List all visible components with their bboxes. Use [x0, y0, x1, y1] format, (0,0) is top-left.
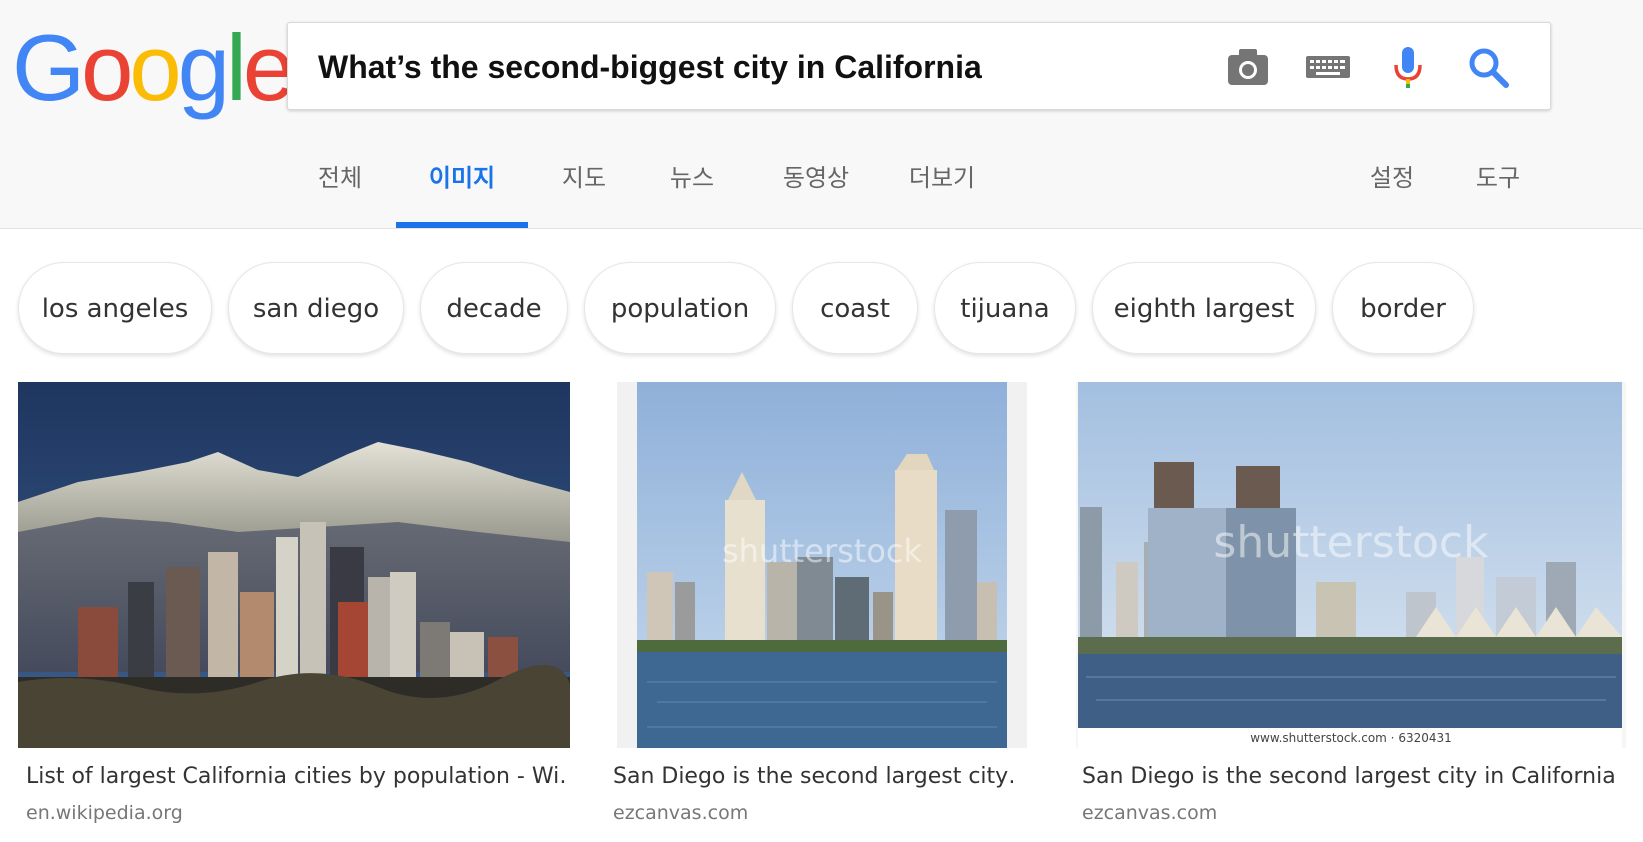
tab-label: 전체: [317, 164, 363, 192]
chip-eighth-largest[interactable]: eighth largest: [1092, 262, 1316, 354]
camera-icon[interactable]: [1224, 43, 1272, 91]
watermark-text: shutterstock: [1213, 517, 1489, 568]
tab-videos[interactable]: 동영상: [766, 140, 866, 228]
logo-letter: o: [81, 15, 133, 120]
watermark-text: shutterstock: [722, 532, 923, 570]
result-thumbnail[interactable]: [18, 382, 570, 748]
chip-coast[interactable]: coast: [792, 262, 918, 354]
tab-label: 설정: [1369, 164, 1415, 192]
chip-decade[interactable]: decade: [420, 262, 568, 354]
tab-more[interactable]: 더보기: [892, 140, 992, 228]
result-domain: ezcanvas.com: [1082, 802, 1218, 824]
tab-all[interactable]: 전체: [300, 140, 380, 228]
keyboard-icon[interactable]: [1304, 43, 1352, 91]
search-tabs: 전체 이미지 지도 뉴스 동영상 더보기 설정 도구: [0, 140, 1643, 228]
google-logo[interactable]: Google: [12, 15, 295, 120]
result-caption[interactable]: List of largest California cities by pop…: [26, 764, 566, 789]
tab-label: 뉴스: [669, 164, 715, 192]
chip-population[interactable]: population: [584, 262, 776, 354]
tab-label: 이미지: [428, 164, 496, 192]
chip-border[interactable]: border: [1332, 262, 1474, 354]
logo-letter: l: [225, 15, 247, 120]
san-diego-bay-image: www.shutterstock.com · 6320431 shutterst…: [1078, 382, 1622, 748]
search-box: [287, 22, 1551, 110]
result-domain: ezcanvas.com: [613, 802, 749, 824]
tab-label: 도구: [1475, 164, 1521, 192]
search-icon[interactable]: [1464, 43, 1512, 91]
chip-los-angeles[interactable]: los angeles: [18, 262, 212, 354]
tab-images[interactable]: 이미지: [396, 140, 528, 228]
result-caption[interactable]: San Diego is the second largest city…: [613, 764, 1013, 789]
logo-letter: G: [12, 15, 85, 120]
tab-label: 지도: [561, 164, 607, 192]
microphone-icon[interactable]: [1384, 43, 1432, 91]
chip-tijuana[interactable]: tijuana: [934, 262, 1076, 354]
image-footer-text: www.shutterstock.com · 6320431: [1250, 731, 1452, 745]
logo-letter: g: [177, 15, 230, 120]
chip-san-diego[interactable]: san diego: [228, 262, 404, 354]
tab-label: 더보기: [908, 164, 976, 192]
tab-tools[interactable]: 도구: [1458, 140, 1538, 228]
result-thumbnail[interactable]: www.shutterstock.com · 6320431 shutterst…: [1076, 382, 1626, 748]
los-angeles-skyline-image: [18, 382, 570, 748]
result-thumbnail[interactable]: shutterstock: [617, 382, 1027, 748]
tab-maps[interactable]: 지도: [544, 140, 624, 228]
logo-letter: e: [242, 15, 295, 120]
tab-settings[interactable]: 설정: [1352, 140, 1432, 228]
tab-label: 동영상: [782, 164, 850, 192]
tab-news[interactable]: 뉴스: [650, 140, 734, 228]
result-domain: en.wikipedia.org: [26, 802, 183, 824]
active-tab-indicator: [396, 222, 528, 228]
result-caption[interactable]: San Diego is the second largest city in …: [1082, 764, 1622, 789]
logo-letter: o: [129, 15, 181, 120]
search-input[interactable]: [318, 43, 1188, 91]
san-diego-skyline-image: shutterstock: [637, 382, 1007, 748]
